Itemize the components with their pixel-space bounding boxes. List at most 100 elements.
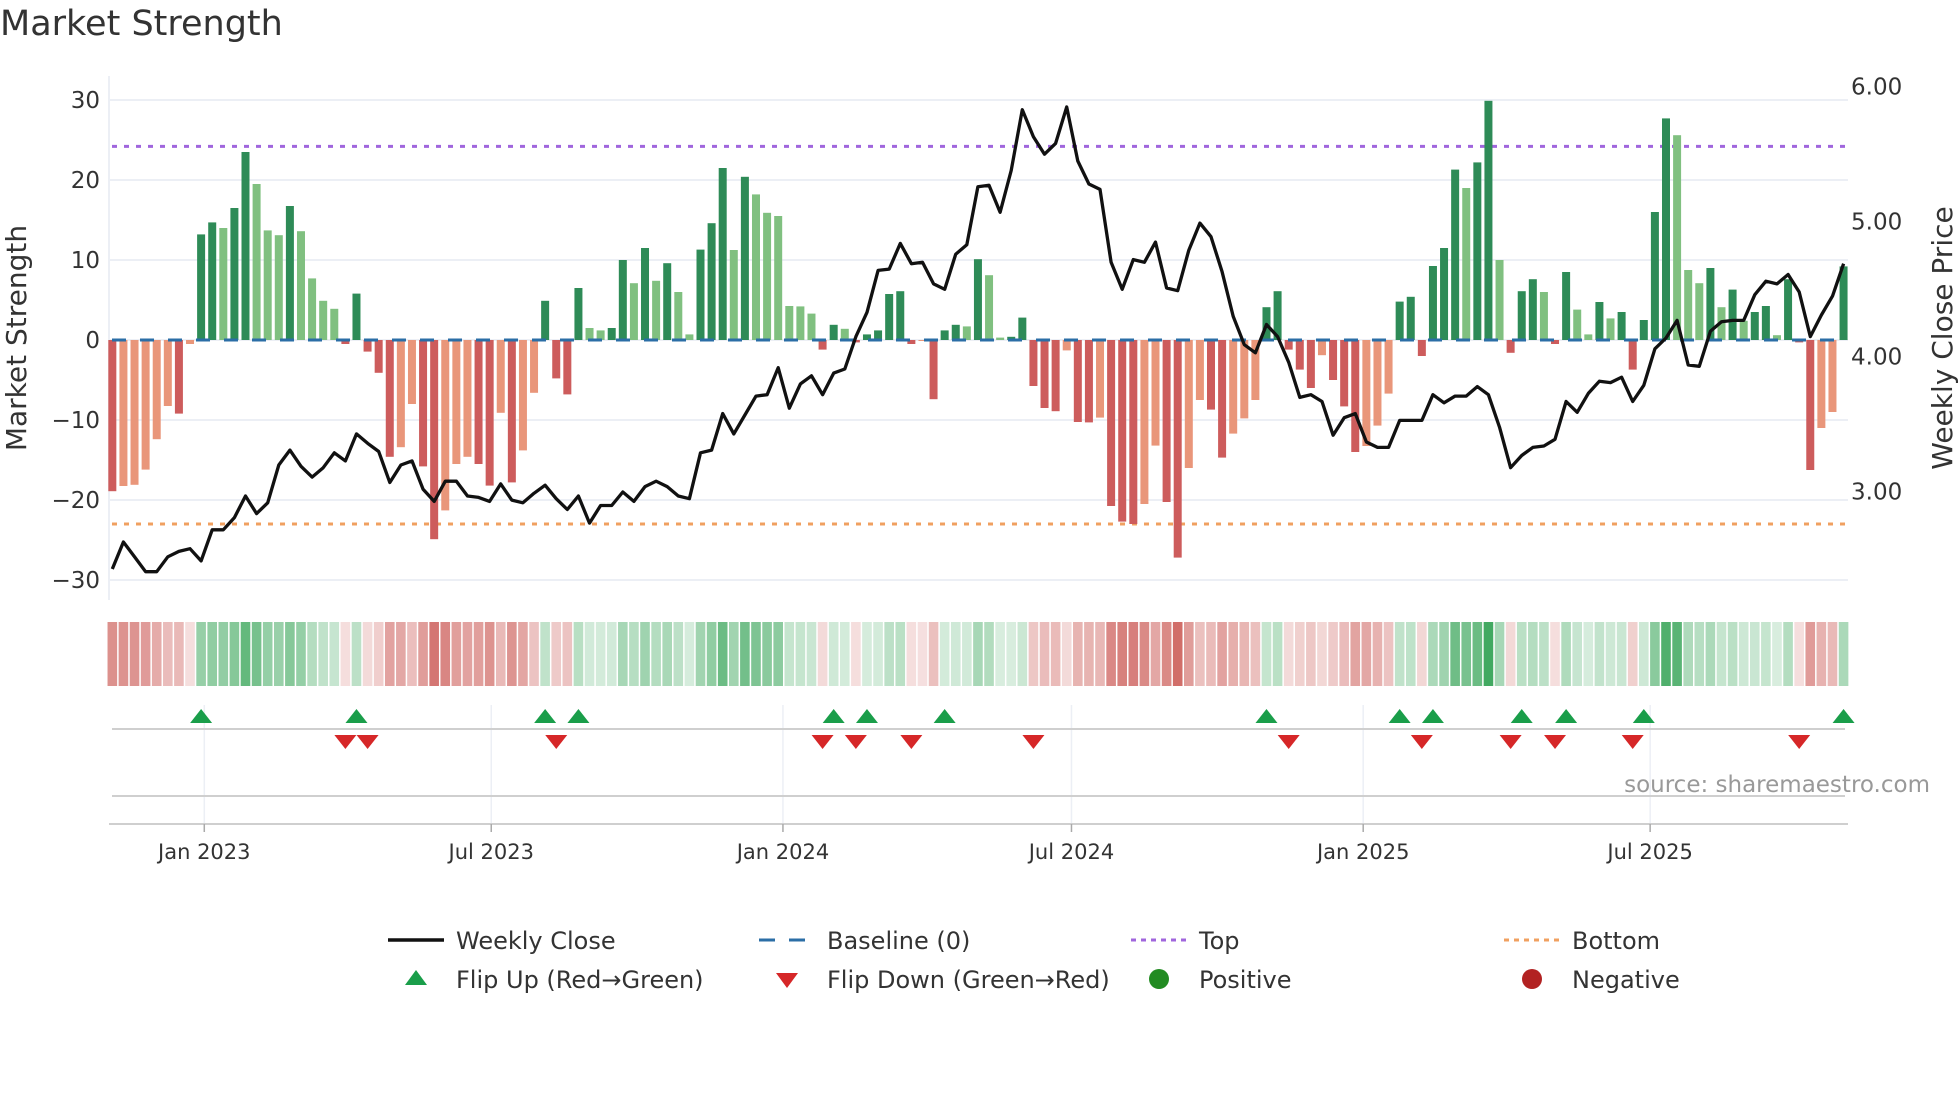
strength-heat-cell <box>551 622 562 686</box>
strength-heat-cell <box>185 622 195 686</box>
strength-heat-cell <box>1583 622 1594 686</box>
strength-bar <box>474 340 483 464</box>
strength-heat-cell <box>207 622 218 686</box>
flip-down-marker <box>844 735 867 749</box>
strength-heat-cell <box>1494 622 1505 686</box>
strength-heat-cell <box>573 622 584 686</box>
strength-heat-cell <box>862 622 872 686</box>
strength-bar <box>1506 340 1515 353</box>
strength-bar <box>330 308 339 340</box>
strength-bar <box>1484 100 1493 340</box>
strength-heat-cell <box>1461 622 1472 686</box>
strength-bar <box>430 340 439 540</box>
strength-bar <box>574 288 583 340</box>
flip-up-marker <box>1832 709 1855 723</box>
strength-heat-cell <box>473 622 484 686</box>
strength-heat-cell <box>1117 622 1128 686</box>
strength-bar <box>685 334 694 340</box>
strength-bar <box>263 230 272 340</box>
strength-bar <box>973 259 982 340</box>
strength-bar <box>1162 340 1171 502</box>
strength-heat-cell <box>1472 622 1483 686</box>
strength-bar <box>1517 291 1526 340</box>
strength-heat-cell <box>884 622 894 686</box>
strength-bar <box>241 152 250 340</box>
strength-heat-cell <box>240 622 251 686</box>
flip-down-marker <box>1499 735 1522 749</box>
flip-down-marker <box>356 735 379 749</box>
strength-bar <box>552 340 561 379</box>
strength-heat-cell <box>1128 622 1139 686</box>
strength-heat-cell <box>329 622 340 686</box>
strength-heat-cell <box>629 622 639 686</box>
strength-heat-cell <box>828 622 839 686</box>
strength-heat-cell <box>1594 622 1605 686</box>
strength-bar <box>1206 340 1215 410</box>
strength-heat-cell <box>484 622 495 686</box>
strength-bar <box>663 263 672 340</box>
strength-heat-cell <box>1650 622 1660 686</box>
strength-heat-cell <box>362 622 373 686</box>
strength-bar <box>1362 340 1371 446</box>
strength-bar <box>541 300 550 340</box>
strength-bar <box>1617 312 1626 340</box>
strength-heat-cell <box>1627 622 1638 686</box>
strength-heat-cell <box>140 622 151 686</box>
strength-bar <box>1306 340 1315 388</box>
strength-bar <box>1673 135 1682 340</box>
strength-heat-cell <box>1505 622 1516 686</box>
strength-bar <box>796 306 805 340</box>
x-tick-label: Jan 2025 <box>1315 840 1410 864</box>
strength-bar <box>419 340 428 467</box>
strength-bar <box>518 340 527 451</box>
strength-bar <box>163 340 172 406</box>
legend-item: Flip Up (Red→Green) <box>405 966 704 994</box>
strength-heat-cell <box>1838 622 1849 686</box>
strength-heat-cell <box>640 622 650 686</box>
strength-heat-cell <box>1605 622 1616 686</box>
strength-heat-cell <box>1294 622 1305 686</box>
strength-bar <box>652 280 661 340</box>
strength-heat-cell <box>518 622 528 686</box>
legend-label: Flip Up (Red→Green) <box>456 966 704 994</box>
strength-heat-cell <box>606 622 617 686</box>
strength-heat-cell <box>1095 622 1105 686</box>
strength-bar <box>1073 340 1082 422</box>
strength-bar <box>1761 306 1770 340</box>
strength-bar <box>1173 340 1182 558</box>
flip-up-marker <box>190 709 213 723</box>
strength-heat-cell <box>307 622 317 686</box>
strength-bar <box>363 340 372 352</box>
strength-bar <box>1839 266 1848 340</box>
legend-circle-icon <box>1149 969 1169 989</box>
strength-bar <box>985 275 994 340</box>
strength-bar <box>1373 340 1382 426</box>
strength-heat-cell <box>1073 622 1083 686</box>
strength-heat-cell <box>906 622 917 686</box>
strength-heat-cell <box>1206 622 1216 686</box>
strength-bar <box>1750 312 1759 340</box>
strength-heat-cell <box>1172 622 1183 686</box>
flip-down-marker <box>1788 735 1811 749</box>
flip-down-marker <box>1621 735 1644 749</box>
strength-bar <box>1040 340 1049 408</box>
strength-heat-cell <box>1239 622 1250 686</box>
flip-down-marker <box>1544 735 1567 749</box>
strength-heat-cell <box>151 622 162 686</box>
strength-bar <box>785 306 794 340</box>
flip-down-marker <box>545 735 568 749</box>
strength-heat-cell <box>995 622 1005 686</box>
strength-heat-cell <box>507 622 517 686</box>
strength-heat-cell <box>795 622 806 686</box>
strength-bar <box>1118 340 1127 522</box>
strength-bar <box>308 278 317 340</box>
strength-bar <box>1495 260 1504 340</box>
legend-item: Negative <box>1522 966 1680 994</box>
strength-heat-cell <box>595 622 606 686</box>
strength-bar <box>208 222 217 340</box>
strength-bar <box>385 340 394 457</box>
strength-bar <box>1018 317 1027 340</box>
strength-heat-cell <box>1827 622 1838 686</box>
strength-heat-cell <box>1139 622 1150 686</box>
strength-heat-cell <box>962 622 972 686</box>
